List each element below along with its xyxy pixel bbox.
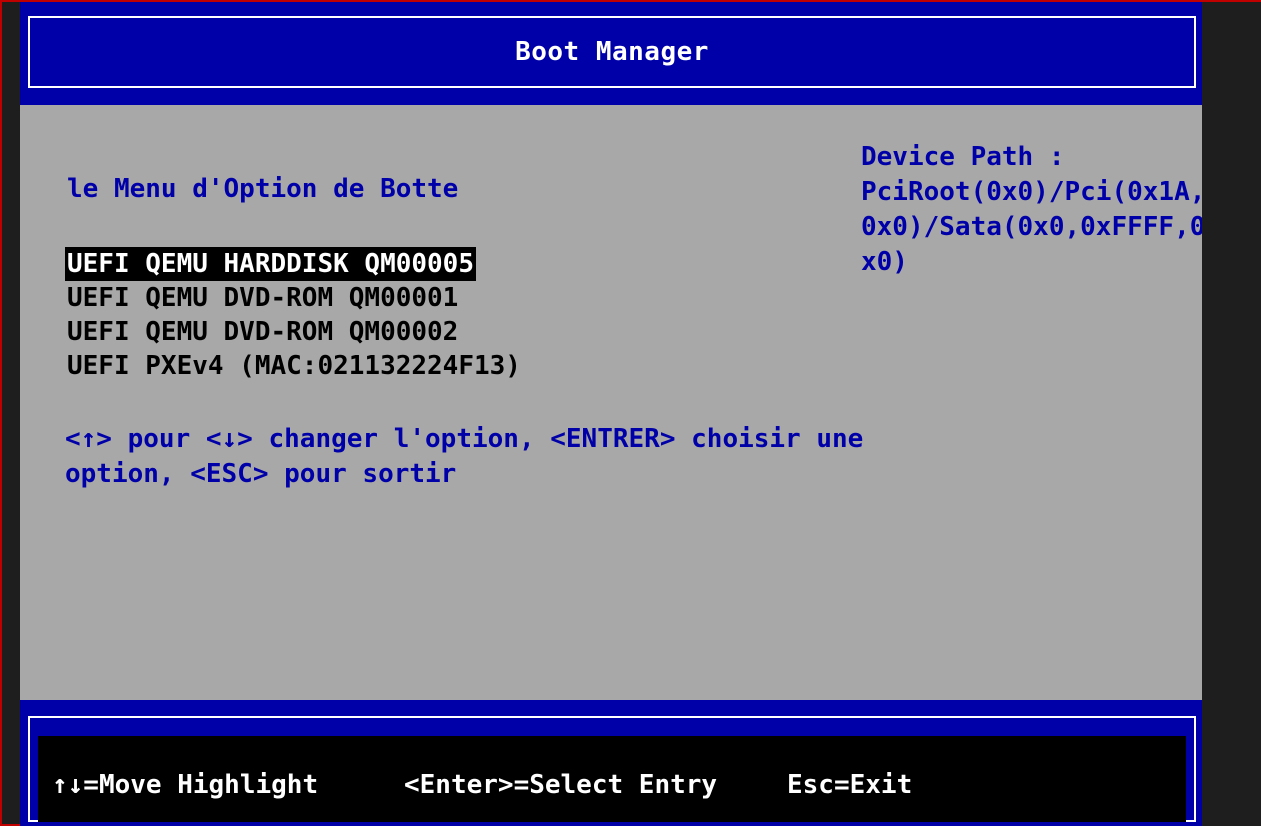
device-path-line: PciRoot(0x0)/Pci(0x1A,	[861, 177, 1206, 207]
footer-box: ↑↓=Move Highlight <Enter>=Select Entry E…	[28, 716, 1196, 822]
page-title: Boot Manager	[515, 37, 709, 67]
device-path-line: 0x0)/Sata(0x0,0xFFFF,0	[861, 212, 1206, 242]
exit-hint: Esc=Exit	[787, 770, 913, 800]
device-path-panel: Device Path : PciRoot(0x0)/Pci(0x1A, 0x0…	[861, 140, 1206, 280]
header-bar: Boot Manager	[20, 2, 1202, 105]
boot-option-dvd-rom-1[interactable]: UEFI QEMU DVD-ROM QM00001	[65, 281, 460, 315]
move-highlight-hint: ↑↓=Move Highlight	[52, 770, 319, 800]
bios-screen: Boot Manager le Menu d'Option de Botte U…	[20, 2, 1206, 826]
select-entry-hint: <Enter>=Select Entry	[404, 770, 718, 800]
window-frame: Boot Manager le Menu d'Option de Botte U…	[0, 0, 1261, 826]
device-path-label: Device Path :	[861, 142, 1065, 172]
boot-option-pxe[interactable]: UEFI PXEv4 (MAC:021132224F13)	[65, 349, 523, 383]
boot-option-harddisk[interactable]: UEFI QEMU HARDDISK QM00005	[65, 247, 476, 281]
boot-option-dvd-rom-2[interactable]: UEFI QEMU DVD-ROM QM00002	[65, 315, 460, 349]
help-text-line-1: <↑> pour <↓> changer l'option, <ENTRER> …	[65, 424, 864, 454]
header-box: Boot Manager	[28, 16, 1196, 88]
footer-hints: ↑↓=Move Highlight <Enter>=Select Entry E…	[38, 736, 1186, 822]
boot-option-list: UEFI QEMU HARDDISK QM00005 UEFI QEMU DVD…	[65, 247, 523, 383]
footer-bar: ↑↓=Move Highlight <Enter>=Select Entry E…	[20, 700, 1202, 826]
device-path-line: x0)	[861, 247, 908, 277]
help-text: <↑> pour <↓> changer l'option, <ENTRER> …	[65, 422, 864, 492]
window-side-panel	[1202, 2, 1261, 826]
menu-heading: le Menu d'Option de Botte	[67, 174, 459, 204]
help-text-line-2: option, <ESC> pour sortir	[65, 459, 457, 489]
